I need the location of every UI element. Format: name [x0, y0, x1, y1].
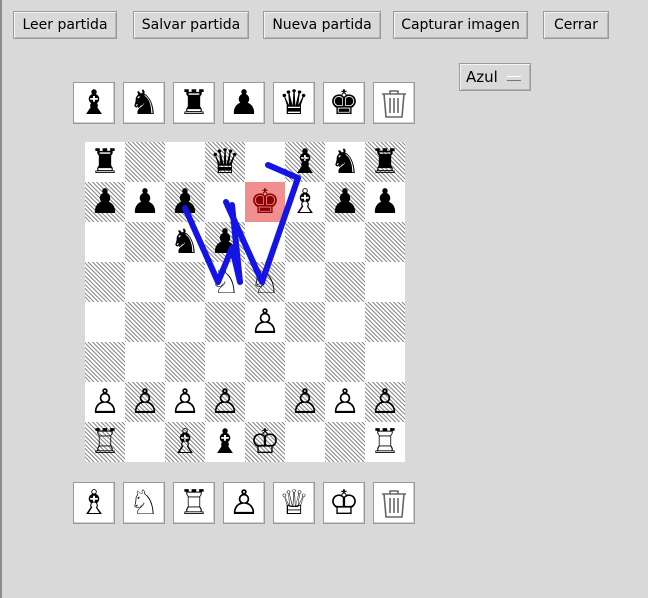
- close-button[interactable]: Cerrar: [543, 11, 609, 39]
- square-a1-white-rook[interactable]: ♖: [85, 422, 125, 462]
- square-c1-white-bishop[interactable]: ♗: [165, 422, 205, 462]
- square-e1-white-king[interactable]: ♔: [245, 422, 285, 462]
- tray-white-king-button[interactable]: ♔: [323, 482, 365, 524]
- square-h3[interactable]: [365, 342, 405, 382]
- square-e7-black-king[interactable]: ♚: [245, 182, 285, 222]
- square-c3[interactable]: [165, 342, 205, 382]
- tray-black-bishop-button[interactable]: ♝: [73, 82, 115, 124]
- square-h2-white-pawn[interactable]: ♙: [365, 382, 405, 422]
- square-e8[interactable]: [245, 142, 285, 182]
- square-d7[interactable]: [205, 182, 245, 222]
- square-f8-black-bishop[interactable]: ♝: [285, 142, 325, 182]
- square-c4[interactable]: [165, 302, 205, 342]
- tray-white-rook-button[interactable]: ♖: [173, 482, 215, 524]
- black-piece-tray: ♝ ♞ ♜ ♟ ♛ ♚: [73, 82, 415, 124]
- square-g3[interactable]: [325, 342, 365, 382]
- square-f5[interactable]: [285, 262, 325, 302]
- square-g2-white-pawn[interactable]: ♙: [325, 382, 365, 422]
- square-a7-black-pawn[interactable]: ♟: [85, 182, 125, 222]
- trash-icon[interactable]: [373, 82, 415, 124]
- square-e6[interactable]: [245, 222, 285, 262]
- square-b6[interactable]: [125, 222, 165, 262]
- tray-black-rook-button[interactable]: ♜: [173, 82, 215, 124]
- square-g1[interactable]: [325, 422, 365, 462]
- square-g6[interactable]: [325, 222, 365, 262]
- square-d5-white-knight[interactable]: ♘: [205, 262, 245, 302]
- square-f2-white-pawn[interactable]: ♙: [285, 382, 325, 422]
- load-game-button[interactable]: Leer partida: [13, 11, 117, 39]
- square-d8-black-queen[interactable]: ♛: [205, 142, 245, 182]
- square-e5-white-knight[interactable]: ♘: [245, 262, 285, 302]
- trash-icon[interactable]: [373, 482, 415, 524]
- square-e3[interactable]: [245, 342, 285, 382]
- square-h8-black-rook[interactable]: ♜: [365, 142, 405, 182]
- tray-black-queen-button[interactable]: ♛: [273, 82, 315, 124]
- new-game-button[interactable]: Nueva partida: [263, 11, 381, 39]
- save-game-button[interactable]: Salvar partida: [133, 11, 249, 39]
- square-h6[interactable]: [365, 222, 405, 262]
- color-select-value: Azul: [466, 68, 498, 86]
- square-b5[interactable]: [125, 262, 165, 302]
- tray-white-bishop-button[interactable]: ♗: [73, 482, 115, 524]
- square-c7-black-pawn[interactable]: ♟: [165, 182, 205, 222]
- square-e2[interactable]: [245, 382, 285, 422]
- white-piece-tray: ♗ ♘ ♖ ♙ ♕ ♔: [73, 482, 415, 524]
- square-f3[interactable]: [285, 342, 325, 382]
- square-b2-white-pawn[interactable]: ♙: [125, 382, 165, 422]
- square-b3[interactable]: [125, 342, 165, 382]
- square-d6-black-pawn[interactable]: ♟: [205, 222, 245, 262]
- square-a6[interactable]: [85, 222, 125, 262]
- tray-black-knight-button[interactable]: ♞: [123, 82, 165, 124]
- square-h5[interactable]: [365, 262, 405, 302]
- square-c2-white-pawn[interactable]: ♙: [165, 382, 205, 422]
- square-g5[interactable]: [325, 262, 365, 302]
- square-h1-white-rook[interactable]: ♖: [365, 422, 405, 462]
- square-a2-white-pawn[interactable]: ♙: [85, 382, 125, 422]
- chess-board[interactable]: ♜ ♛ ♝ ♞ ♜ ♟ ♟ ♟ ♚ ♗ ♟ ♟ ♞ ♟ ♘ ♘ ♙ ♙ ♙ ♙ ♙ ♙ ♙ ♙ ♖ ♗ ♝ ♔ ♖: [85, 142, 405, 462]
- square-c8[interactable]: [165, 142, 205, 182]
- capture-image-button[interactable]: Capturar imagen: [393, 11, 528, 39]
- square-d2-white-pawn[interactable]: ♙: [205, 382, 245, 422]
- square-a3[interactable]: [85, 342, 125, 382]
- square-d1-black-bishop[interactable]: ♝: [205, 422, 245, 462]
- tray-white-knight-button[interactable]: ♘: [123, 482, 165, 524]
- square-d4[interactable]: [205, 302, 245, 342]
- tray-white-pawn-button[interactable]: ♙: [223, 482, 265, 524]
- square-b4[interactable]: [125, 302, 165, 342]
- square-f4[interactable]: [285, 302, 325, 342]
- tray-black-pawn-button[interactable]: ♟: [223, 82, 265, 124]
- square-h4[interactable]: [365, 302, 405, 342]
- square-a8-black-rook[interactable]: ♜: [85, 142, 125, 182]
- square-b1[interactable]: [125, 422, 165, 462]
- square-d3[interactable]: [205, 342, 245, 382]
- square-f1[interactable]: [285, 422, 325, 462]
- window-edge: [0, 0, 2, 598]
- square-c6-black-knight[interactable]: ♞: [165, 222, 205, 262]
- color-select[interactable]: Azul: [459, 63, 531, 91]
- square-a5[interactable]: [85, 262, 125, 302]
- square-g4[interactable]: [325, 302, 365, 342]
- square-f6[interactable]: [285, 222, 325, 262]
- square-g8-black-knight[interactable]: ♞: [325, 142, 365, 182]
- square-b7-black-pawn[interactable]: ♟: [125, 182, 165, 222]
- square-c5[interactable]: [165, 262, 205, 302]
- square-h7-black-pawn[interactable]: ♟: [365, 182, 405, 222]
- square-b8[interactable]: [125, 142, 165, 182]
- square-f7-white-bishop[interactable]: ♗: [285, 182, 325, 222]
- square-e4-white-pawn[interactable]: ♙: [245, 302, 285, 342]
- tray-white-queen-button[interactable]: ♕: [273, 482, 315, 524]
- dropdown-indicator-icon: [507, 76, 521, 81]
- square-g7-black-pawn[interactable]: ♟: [325, 182, 365, 222]
- square-a4[interactable]: [85, 302, 125, 342]
- tray-black-king-button[interactable]: ♚: [323, 82, 365, 124]
